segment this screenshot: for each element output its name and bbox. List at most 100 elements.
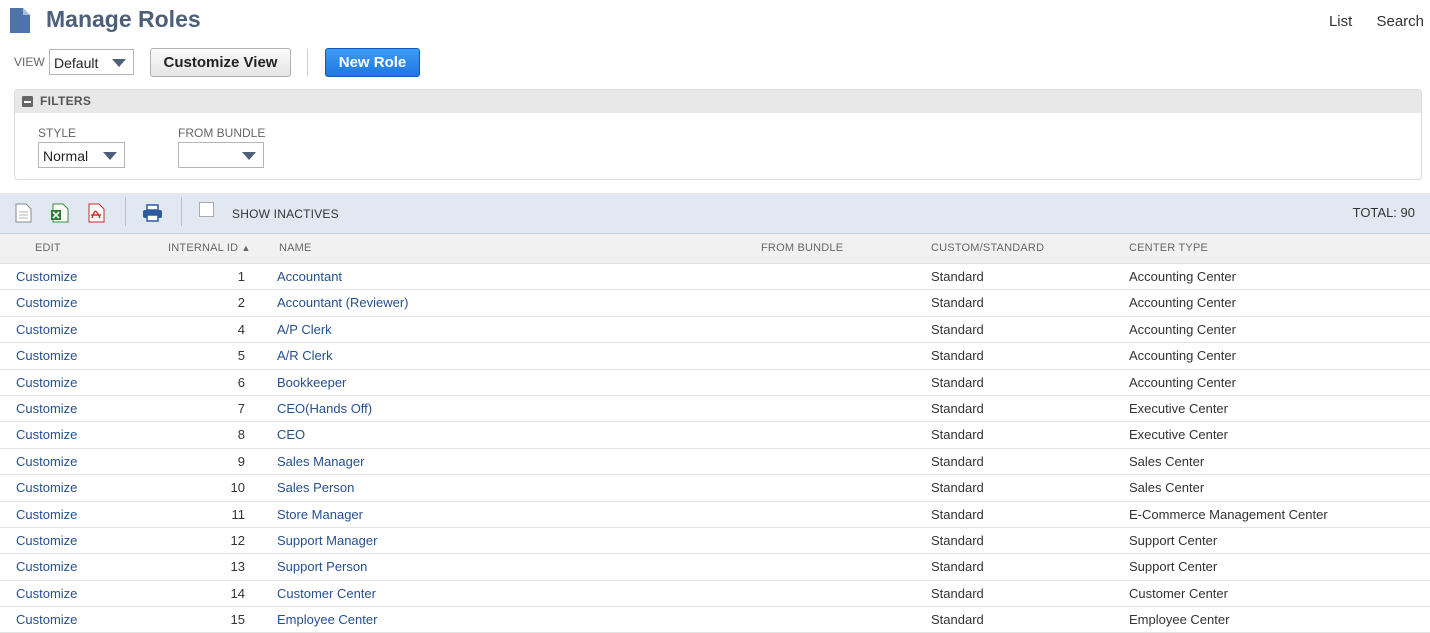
page-title: Manage Roles [46,6,201,32]
edit-link[interactable]: Customize [16,375,77,390]
center-type-cell: Accounting Center [1129,374,1236,390]
edit-link[interactable]: Customize [16,507,77,522]
role-name-link[interactable]: Sales Person [277,480,354,495]
edit-link[interactable]: Customize [16,269,77,284]
edit-link[interactable]: Customize [16,586,77,601]
show-inactives-label: SHOW INACTIVES [232,207,339,221]
custom-standard-cell: Standard [931,295,984,311]
edit-link[interactable]: Customize [16,559,77,574]
table-row: Customize 13 Support Person Standard Support… [0,554,1430,581]
internal-id-cell: 1 [237,269,245,284]
center-type-cell: E-Commerce Management Center [1129,506,1328,522]
search-link[interactable]: Search [1376,13,1424,30]
table-row: Customize 4 A/P Clerk Standard Accounting Ce… [0,317,1430,344]
role-name-link[interactable]: A/R Clerk [277,348,333,363]
new-role-button[interactable]: New Role [325,48,420,77]
center-type-cell: Sales Center [1129,480,1205,496]
collapse-icon[interactable] [22,96,33,107]
show-inactives-checkbox[interactable] [199,202,214,217]
customize-view-button[interactable]: Customize View [150,48,291,77]
list-toolbar: SHOW INACTIVES TOTAL: 90 [0,193,1430,234]
edit-link[interactable]: Customize [16,348,77,363]
table-row: Customize 11 Store Manager Standard E-Commer… [0,502,1430,528]
csv-export-icon[interactable] [14,203,32,223]
edit-link[interactable]: Customize [16,295,77,310]
table-row: Customize 15 Employee Center Standard Employ… [0,607,1430,633]
edit-link[interactable]: Customize [16,533,77,548]
top-links: List Search [1309,13,1424,30]
role-name-link[interactable]: Accountant (Reviewer) [277,295,409,310]
internal-id-cell: 10 [230,480,245,496]
center-type-cell: Executive Center [1129,400,1228,416]
center-type-cell: Accounting Center [1129,295,1236,311]
table-row: Customize 2 Accountant (Reviewer) Standard A… [0,290,1430,317]
style-label: STYLE [38,126,77,140]
custom-standard-cell: Standard [931,269,984,284]
role-name-link[interactable]: CEO [277,427,305,442]
filters-panel: FILTERS STYLE Normal FROM BUNDLE [14,89,1422,180]
internal-id-cell: 9 [237,453,245,469]
table-row: Customize 8 CEO Standard Executive Center [0,422,1430,449]
chevron-down-icon [242,152,256,160]
internal-id-cell: 14 [230,585,245,601]
internal-id-cell: 2 [237,295,245,311]
pdf-export-icon[interactable] [87,203,105,223]
custom-standard-cell: Standard [931,374,984,390]
center-type-cell: Support Center [1129,559,1218,575]
table-row: Customize 7 CEO(Hands Off) Standard Executiv… [0,396,1430,423]
edit-link[interactable]: Customize [16,454,77,469]
from-bundle-select[interactable] [178,142,264,168]
role-name-link[interactable]: Support Manager [277,533,377,548]
center-type-cell: Accounting Center [1129,269,1236,284]
document-icon [10,8,30,33]
column-header-center-type[interactable]: CENTER TYPE [1129,242,1208,254]
view-select[interactable]: Default [49,49,134,75]
role-name-link[interactable]: CEO(Hands Off) [277,401,372,416]
role-name-link[interactable]: Accountant [277,269,342,284]
table-row: Customize 12 Support Manager Standard Suppor… [0,528,1430,555]
role-name-link[interactable]: Support Person [277,559,367,574]
table-row: Customize 14 Customer Center Standard Custom… [0,581,1430,608]
internal-id-cell: 12 [230,532,245,548]
column-header-internal-id[interactable]: INTERNAL ID ▲ [168,242,251,254]
role-name-link[interactable]: Sales Manager [277,454,364,469]
list-link[interactable]: List [1329,13,1352,30]
internal-id-cell: 4 [237,321,245,337]
role-name-link[interactable]: Store Manager [277,507,363,522]
table-row: Customize 1 Accountant Standard Accounting C… [0,264,1430,291]
table-header: EDIT INTERNAL ID ▲ NAME FROM BUNDLE CUST… [0,234,1430,264]
divider [307,49,308,76]
toolbar-divider [125,197,126,226]
center-type-cell: Accounting Center [1129,321,1236,337]
center-type-cell: Executive Center [1129,427,1228,443]
role-name-link[interactable]: A/P Clerk [277,322,332,337]
internal-id-cell: 13 [230,559,245,575]
center-type-cell: Support Center [1129,532,1218,548]
excel-export-icon[interactable] [51,203,69,223]
view-label: VIEW [14,55,45,69]
column-header-name[interactable]: NAME [279,242,312,254]
custom-standard-cell: Standard [931,400,984,416]
custom-standard-cell: Standard [931,506,984,522]
sort-ascending-icon: ▲ [241,243,251,253]
print-icon[interactable] [142,203,163,223]
column-header-from-bundle[interactable]: FROM BUNDLE [761,242,843,254]
custom-standard-cell: Standard [931,532,984,548]
table-row: Customize 10 Sales Person Standard Sales Cen… [0,475,1430,502]
internal-id-cell: 5 [237,348,245,364]
edit-link[interactable]: Customize [16,480,77,495]
role-name-link[interactable]: Bookkeeper [277,375,346,390]
filters-header[interactable]: FILTERS [15,90,1421,113]
edit-link[interactable]: Customize [16,322,77,337]
column-header-custom-standard[interactable]: CUSTOM/STANDARD [931,242,1044,254]
roles-table-body: Customize 1 Accountant Standard Accounting C… [0,264,1430,633]
style-select[interactable]: Normal [38,142,125,168]
table-row: Customize 5 A/R Clerk Standard Accounting Ce… [0,343,1430,370]
edit-link[interactable]: Customize [16,401,77,416]
view-select-value: Default [54,55,99,71]
total-count: TOTAL: 90 [1352,205,1415,220]
column-header-edit[interactable]: EDIT [35,242,61,254]
center-type-cell: Customer Center [1129,585,1228,601]
edit-link[interactable]: Customize [16,427,77,442]
role-name-link[interactable]: Customer Center [277,586,376,601]
